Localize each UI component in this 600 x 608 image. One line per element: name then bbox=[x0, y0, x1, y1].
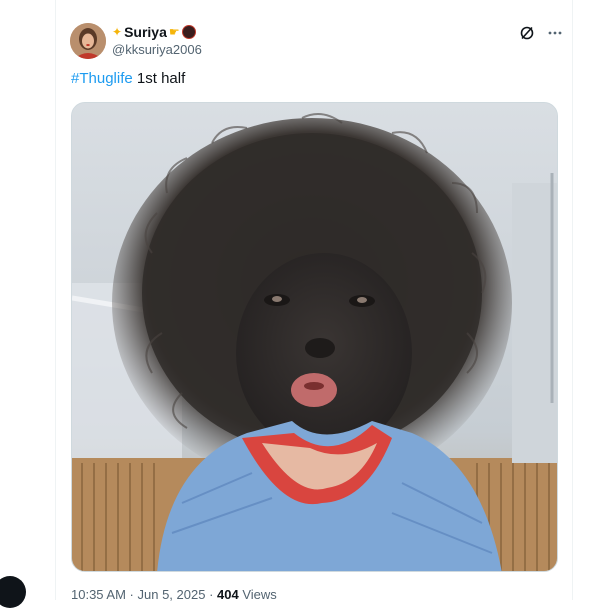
media-photo bbox=[72, 103, 557, 571]
floating-action-button[interactable] bbox=[0, 576, 26, 608]
tweet-top-actions bbox=[518, 24, 564, 42]
hashtag-link[interactable]: #Thuglife bbox=[71, 70, 133, 87]
author-handle[interactable]: @kksuriya2006 bbox=[112, 42, 202, 57]
avatar[interactable] bbox=[70, 23, 106, 59]
author-name-row[interactable]: ✦ Suriya ☛ bbox=[112, 23, 196, 41]
timeline-right-border bbox=[572, 0, 573, 600]
slash-circle-icon[interactable] bbox=[518, 24, 536, 42]
tweet-text: #Thuglife 1st half bbox=[71, 70, 185, 87]
timeline-left-border bbox=[55, 0, 56, 600]
tweet-media[interactable] bbox=[71, 102, 558, 572]
tweet-text-body: 1st half bbox=[132, 70, 186, 87]
more-horizontal-icon[interactable] bbox=[546, 24, 564, 42]
avatar-image bbox=[70, 23, 106, 59]
pointing-hand-emoji-icon: ☛ bbox=[168, 25, 180, 39]
sparkle-star-emoji-icon: ✦ bbox=[112, 25, 123, 39]
badge-emoji-icon bbox=[181, 25, 196, 39]
author-display-name[interactable]: Suriya bbox=[124, 24, 167, 40]
